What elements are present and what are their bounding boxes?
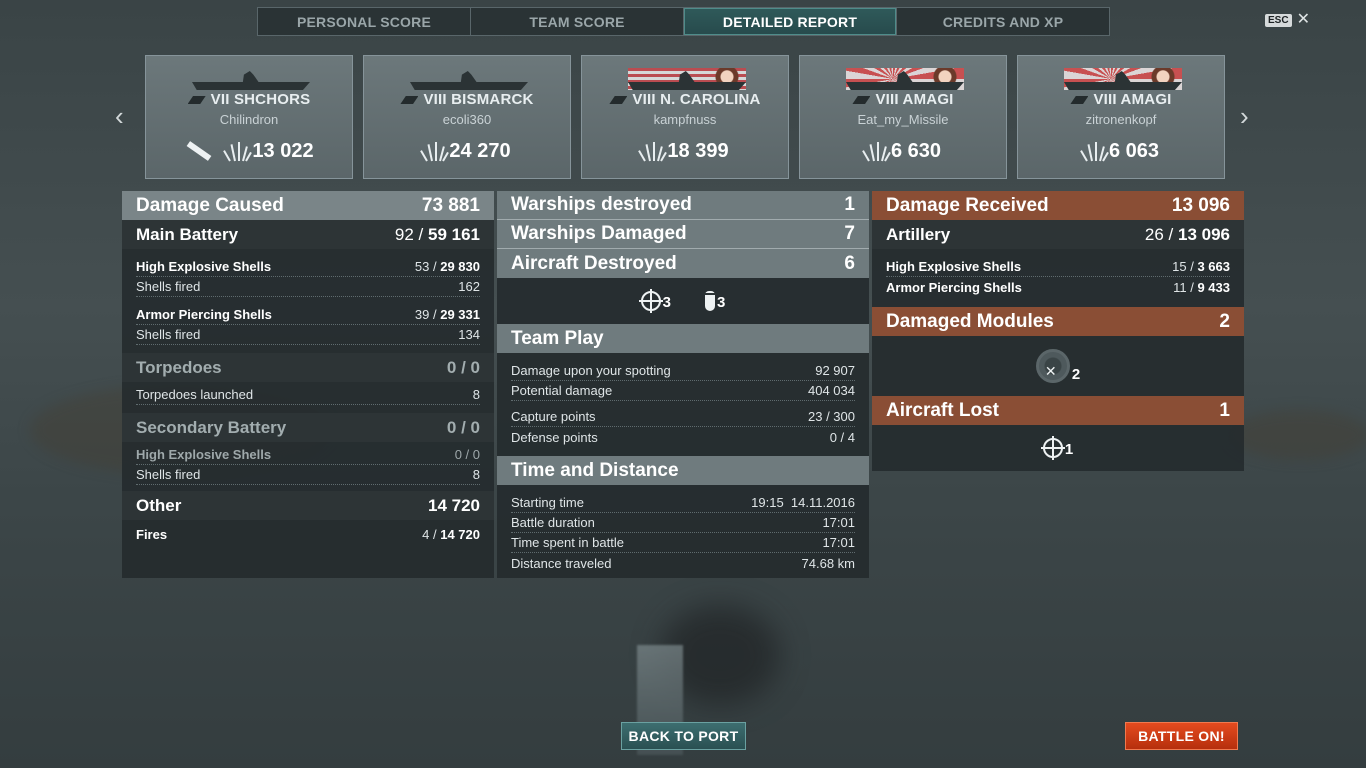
stat-row: Battle duration 17:01 [511,513,855,533]
ship-camo-art-icon [628,68,746,90]
torpedoes-header: Torpedoes 0 / 0 [122,353,494,382]
stat-row: Potential damage 404 034 [511,381,855,401]
warships-damaged-header: Warships Damaged 7 [497,220,869,249]
damage-burst-icon [862,141,891,163]
ship-name: VIII AMAGI [800,91,1006,108]
warships-destroyed-header: Warships destroyed 1 [497,191,869,220]
module-damage-icon [1035,349,1070,383]
stat-row: High Explosive Shells 53 / 29 830 [136,257,480,277]
player-name: Chilindron [219,112,279,127]
tab-personal-score[interactable]: PERSONAL SCORE [258,8,471,35]
cruiser-class-icon [187,96,206,105]
damage-received-panel: Damage Received 13 096 Artillery 26 / 13 … [872,191,1244,471]
stat-row: High Explosive Shells 15 / 3 663 [886,257,1230,277]
battleship-class-icon [852,96,871,105]
damage-dealt: 24 270 [364,140,570,163]
tab-credits-and-xp[interactable]: CREDITS AND XP [897,8,1109,35]
ship-card[interactable]: VIII BISMARCK ecoli360 24 270 [363,55,571,179]
crosshair-icon [638,289,663,313]
stat-row: Fires 4 / 14 720 [136,526,480,542]
stat-row: High Explosive Shells 0 / 0 [136,445,480,465]
stat-row: Distance traveled 74.68 km [511,555,855,571]
ship-name: VIII AMAGI [1018,91,1224,108]
ship-silhouette-icon [192,68,310,90]
player-name: ecoli360 [442,112,492,127]
damage-received-header: Damage Received 13 096 [872,191,1244,220]
aircraft-lost-breakdown: 1 [872,425,1244,471]
ship-silhouette-icon [410,68,528,90]
ship-name: VIII BISMARCK [364,91,570,108]
ship-card[interactable]: VIII N. CAROLINA kampfnuss 18 399 [581,55,789,179]
artillery-header: Artillery 26 / 13 096 [872,220,1244,249]
player-name: Eat_my_Missile [857,112,949,127]
damaged-modules-header: Damaged Modules 2 [872,307,1244,336]
esc-key-hint: ESC [1265,13,1292,27]
back-to-port-button[interactable]: BACK TO PORT [621,722,746,750]
aircraft-lost-count: 1 [1040,436,1073,460]
bomber-kills: 3 [704,291,725,311]
stat-row: Defense points 0 / 4 [511,429,855,445]
fighter-kills: 3 [638,289,671,313]
stat-row: Torpedoes launched 8 [136,385,480,405]
damage-dealt: 6 630 [800,140,1006,163]
combat-summary-panel: Warships destroyed 1 Warships Damaged 7 Ai… [497,191,869,578]
aircraft-destroyed-header: Aircraft Destroyed 6 [497,249,869,278]
other-header: Other 14 720 [122,491,494,520]
stat-row: Damage upon your spotting 92 907 [511,361,855,381]
stat-row: Time spent in battle 17:01 [511,533,855,553]
damage-dealt: 13 022 [146,140,352,163]
close-icon: ✕ [1296,11,1310,28]
battle-on-button[interactable]: BATTLE ON! [1125,722,1238,750]
damaged-modules-breakdown: 2 [872,336,1244,396]
player-name: kampfnuss [653,112,717,127]
close-button[interactable]: ESC ✕ [1265,11,1310,28]
battleship-class-icon [609,96,628,105]
ship-camo-art-icon [846,68,964,90]
crosshair-icon [1040,436,1065,460]
damage-burst-icon [420,141,450,163]
stat-row: Capture points 23 / 300 [511,407,855,427]
prev-arrow-icon[interactable]: ‹ [115,103,124,129]
ship-card[interactable]: VIII AMAGI Eat_my_Missile 6 630 [799,55,1007,179]
damage-dealt: 18 399 [582,140,788,163]
damage-caused-panel: Damage Caused 73 881 Main Battery 92 / 59… [122,191,494,578]
damaged-module-count: 2 [1035,349,1080,383]
damage-burst-icon [223,141,253,163]
stat-row: Armor Piercing Shells 11 / 9 433 [886,279,1230,295]
player-name: zitronenkopf [1085,112,1157,127]
ship-cards: VII SHCHORS Chilindron 13 022 VIII BISMA… [145,55,1225,179]
stat-row: Shells fired 8 [136,465,480,485]
sunk-ship-icon [184,142,212,162]
damage-caused-header: Damage Caused 73 881 [122,191,494,220]
damage-burst-icon [638,141,668,163]
stat-row: Armor Piercing Shells 39 / 29 331 [136,305,480,325]
ship-name: VII SHCHORS [146,91,352,108]
ship-card[interactable]: VII SHCHORS Chilindron 13 022 [145,55,353,179]
background-island [1230,410,1366,460]
bomb-icon [704,291,716,311]
report-tabs: PERSONAL SCORE TEAM SCORE DETAILED REPOR… [257,7,1110,36]
ship-name: VIII N. CAROLINA [582,91,788,108]
stat-row: Shells fired 134 [136,325,480,345]
battleship-class-icon [1070,96,1089,105]
battleship-class-icon [400,96,419,105]
tab-detailed-report[interactable]: DETAILED REPORT [684,8,897,35]
main-battery-header: Main Battery 92 / 59 161 [122,220,494,249]
aircraft-lost-header: Aircraft Lost 1 [872,396,1244,425]
aircraft-destroyed-breakdown: 3 3 [497,278,869,324]
damage-burst-icon [1080,141,1109,163]
secondary-battery-header: Secondary Battery 0 / 0 [122,413,494,442]
ship-camo-art-icon [1064,68,1182,90]
team-play-header: Team Play [497,324,869,353]
tab-team-score[interactable]: TEAM SCORE [471,8,684,35]
stat-row: Shells fired 162 [136,277,480,297]
stat-row: Starting time 19:15 14.11.2016 [511,493,855,513]
damage-dealt: 6 063 [1018,140,1224,163]
ship-card[interactable]: VIII AMAGI zitronenkopf 6 063 [1017,55,1225,179]
next-arrow-icon[interactable]: › [1240,103,1249,129]
time-and-distance-header: Time and Distance [497,456,869,485]
